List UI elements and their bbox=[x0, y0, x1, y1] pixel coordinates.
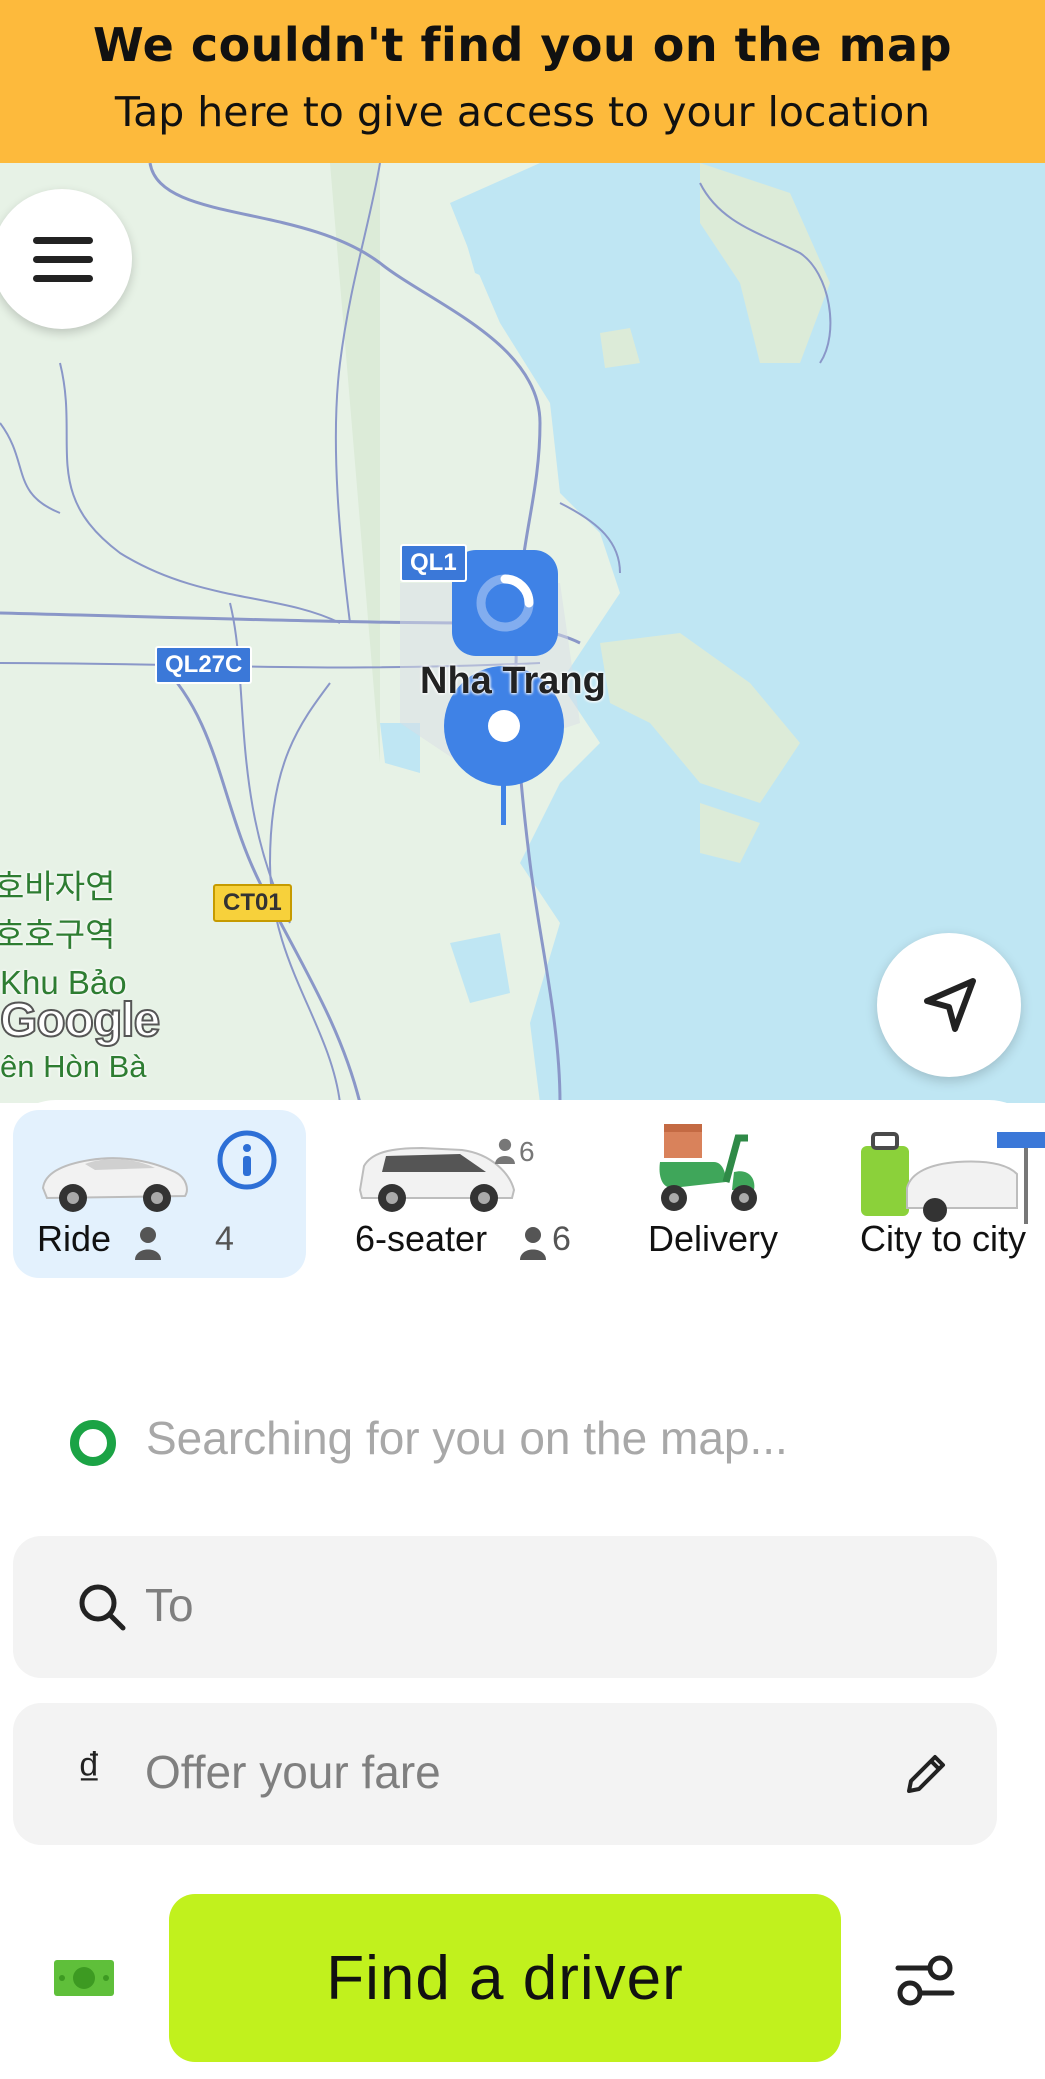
park-label-line-4: ên Hòn Bà bbox=[0, 1049, 147, 1084]
person-icon bbox=[520, 1227, 546, 1260]
service-6-seater-badge: 6 bbox=[519, 1136, 535, 1167]
my-location-button[interactable] bbox=[877, 933, 1021, 1077]
search-icon bbox=[79, 1584, 126, 1631]
service-selector: Ride 4 6 6-seater 6 Delivery City to cit… bbox=[0, 1110, 1045, 1340]
park-label-line-2: 호호구역 bbox=[0, 916, 116, 953]
scooter-icon bbox=[659, 1124, 757, 1211]
fare-input[interactable]: ₫ Offer your fare bbox=[13, 1703, 997, 1845]
service-city-to-city[interactable]: City to city bbox=[855, 1110, 1045, 1278]
destination-input[interactable]: To bbox=[13, 1536, 997, 1678]
navigation-arrow-icon bbox=[924, 978, 976, 1032]
service-delivery-label: Delivery bbox=[648, 1218, 779, 1259]
find-driver-button[interactable]: Find a driver bbox=[169, 1894, 841, 2062]
ride-options-icon[interactable] bbox=[894, 1953, 956, 2007]
cash-payment-icon[interactable] bbox=[54, 1960, 114, 1996]
pickup-dot-icon bbox=[70, 1420, 116, 1466]
road-badge-ct01: CT01 bbox=[213, 884, 292, 922]
pickup-placeholder: Searching for you on the map... bbox=[146, 1412, 788, 1464]
service-ride-label: Ride bbox=[37, 1218, 112, 1259]
location-permission-banner[interactable]: We couldn't find you on the map Tap here… bbox=[0, 0, 1045, 163]
park-label-line-1: 호바자연 bbox=[0, 868, 116, 905]
service-6-seater-label: 6-seater bbox=[355, 1218, 488, 1259]
luggage-car-icon bbox=[861, 1132, 1045, 1224]
sedan-car-icon bbox=[41, 1157, 188, 1212]
banner-subtitle: Tap here to give access to your location bbox=[114, 88, 931, 136]
destination-placeholder: To bbox=[145, 1579, 194, 1631]
info-icon[interactable] bbox=[215, 1128, 279, 1192]
service-city-to-city-label: City to city bbox=[860, 1218, 1027, 1259]
road-badge-ql27c: QL27C bbox=[155, 646, 253, 684]
service-delivery[interactable]: Delivery bbox=[620, 1110, 830, 1278]
service-6-seater-capacity: 6 bbox=[552, 1220, 571, 1258]
banner-title: We couldn't find you on the map bbox=[93, 18, 952, 72]
service-6-seater[interactable]: 6 6-seater 6 bbox=[340, 1110, 580, 1278]
person-icon bbox=[135, 1227, 161, 1260]
road-badge-ql1: QL1 bbox=[400, 544, 467, 582]
service-ride[interactable]: Ride 4 bbox=[13, 1110, 306, 1278]
google-logo: Google bbox=[0, 993, 161, 1048]
edit-pencil-icon[interactable] bbox=[901, 1749, 951, 1799]
currency-icon: ₫ bbox=[77, 1744, 102, 1797]
city-label: Nha Trang bbox=[420, 660, 606, 702]
service-ride-capacity: 4 bbox=[215, 1220, 234, 1258]
fare-placeholder: Offer your fare bbox=[145, 1746, 441, 1798]
person-icon bbox=[495, 1138, 515, 1164]
